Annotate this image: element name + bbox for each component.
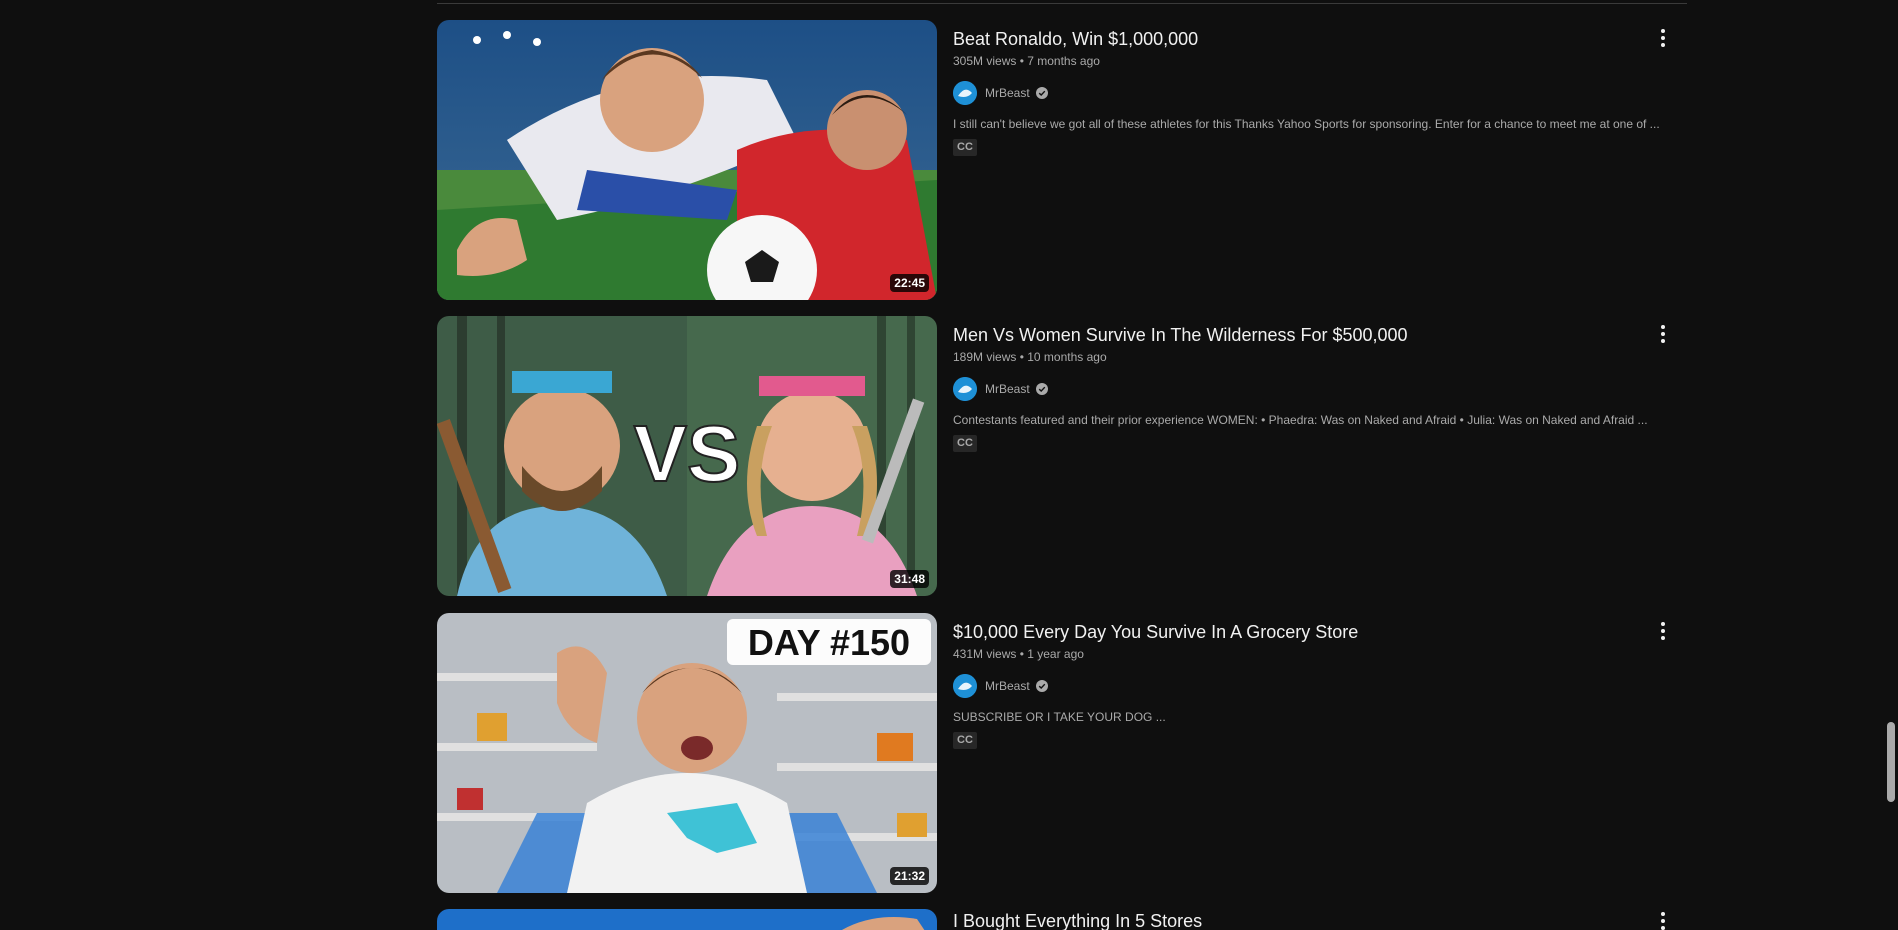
scrollbar-thumb[interactable] (1887, 722, 1895, 802)
video-metadata: Men Vs Women Survive In The Wilderness F… (953, 316, 1648, 452)
more-actions-button[interactable] (1645, 20, 1681, 56)
video-result-3[interactable]: DAY #150 21:32 $10,000 Every Day You Sur… (437, 613, 1687, 893)
cc-badge: CC (953, 732, 977, 749)
video-title[interactable]: Beat Ronaldo, Win $1,000,000 (953, 26, 1643, 52)
channel-avatar[interactable] (953, 377, 977, 401)
thumbnail-image-stores (437, 909, 937, 930)
video-thumbnail[interactable]: DAY #150 21:32 (437, 613, 937, 893)
video-stats: 189M views • 10 months ago (953, 350, 1107, 364)
verified-check-icon (1035, 383, 1048, 395)
video-title[interactable]: $10,000 Every Day You Survive In A Groce… (953, 619, 1643, 645)
more-vert-icon (1661, 622, 1665, 640)
thumbnail-image-grocery: DAY #150 (437, 613, 937, 893)
video-metadata: Beat Ronaldo, Win $1,000,000 305M views … (953, 20, 1660, 156)
video-description: Contestants featured and their prior exp… (953, 413, 1648, 427)
video-metadata: I Bought Everything In 5 Stores (953, 909, 1643, 930)
video-thumbnail[interactable]: VS 31:48 (437, 316, 937, 596)
video-description: SUBSCRIBE OR I TAKE YOUR DOG ... (953, 710, 1166, 724)
video-title[interactable]: Men Vs Women Survive In The Wilderness F… (953, 322, 1643, 348)
video-stats: 431M views • 1 year ago (953, 647, 1084, 661)
thumbnail-image-wilderness: VS (437, 316, 937, 596)
channel-avatar[interactable] (953, 81, 977, 105)
search-results-page: 22:45 Beat Ronaldo, Win $1,000,000 305M … (0, 0, 1898, 930)
more-actions-button[interactable] (1645, 909, 1681, 930)
channel-name[interactable]: MrBeast (985, 679, 1030, 693)
more-actions-button[interactable] (1645, 316, 1681, 352)
more-vert-icon (1661, 29, 1665, 47)
channel-info[interactable]: MrBeast (953, 377, 1643, 401)
divider (437, 3, 1687, 4)
channel-name[interactable]: MrBeast (985, 86, 1030, 100)
video-thumbnail[interactable]: 22:45 (437, 20, 937, 300)
video-thumbnail[interactable] (437, 909, 937, 930)
verified-check-icon (1035, 680, 1048, 692)
cc-badge: CC (953, 139, 977, 156)
video-metadata: $10,000 Every Day You Survive In A Groce… (953, 613, 1643, 749)
video-description: I still can't believe we got all of thes… (953, 117, 1660, 131)
channel-avatar[interactable] (953, 674, 977, 698)
video-result-2[interactable]: VS 31:48 Men Vs Women Survive In The Wil… (437, 316, 1687, 596)
video-duration: 31:48 (890, 570, 929, 588)
scrollbar[interactable] (1884, 0, 1898, 930)
video-result-4[interactable]: I Bought Everything In 5 Stores (437, 909, 1687, 930)
channel-info[interactable]: MrBeast (953, 674, 1643, 698)
channel-name[interactable]: MrBeast (985, 382, 1030, 396)
cc-badge: CC (953, 435, 977, 452)
thumbnail-day-text: DAY #150 (748, 622, 910, 663)
verified-check-icon (1035, 87, 1048, 99)
channel-info[interactable]: MrBeast (953, 81, 1643, 105)
video-stats: 305M views • 7 months ago (953, 54, 1100, 68)
more-actions-button[interactable] (1645, 613, 1681, 649)
video-title[interactable]: I Bought Everything In 5 Stores (953, 909, 1643, 930)
thumbnail-vs-text: VS (634, 409, 741, 498)
video-duration: 21:32 (890, 867, 929, 885)
video-duration: 22:45 (890, 274, 929, 292)
more-vert-icon (1661, 325, 1665, 343)
more-vert-icon (1661, 912, 1665, 930)
thumbnail-image-soccer (437, 20, 937, 300)
video-result-1[interactable]: 22:45 Beat Ronaldo, Win $1,000,000 305M … (437, 20, 1687, 300)
